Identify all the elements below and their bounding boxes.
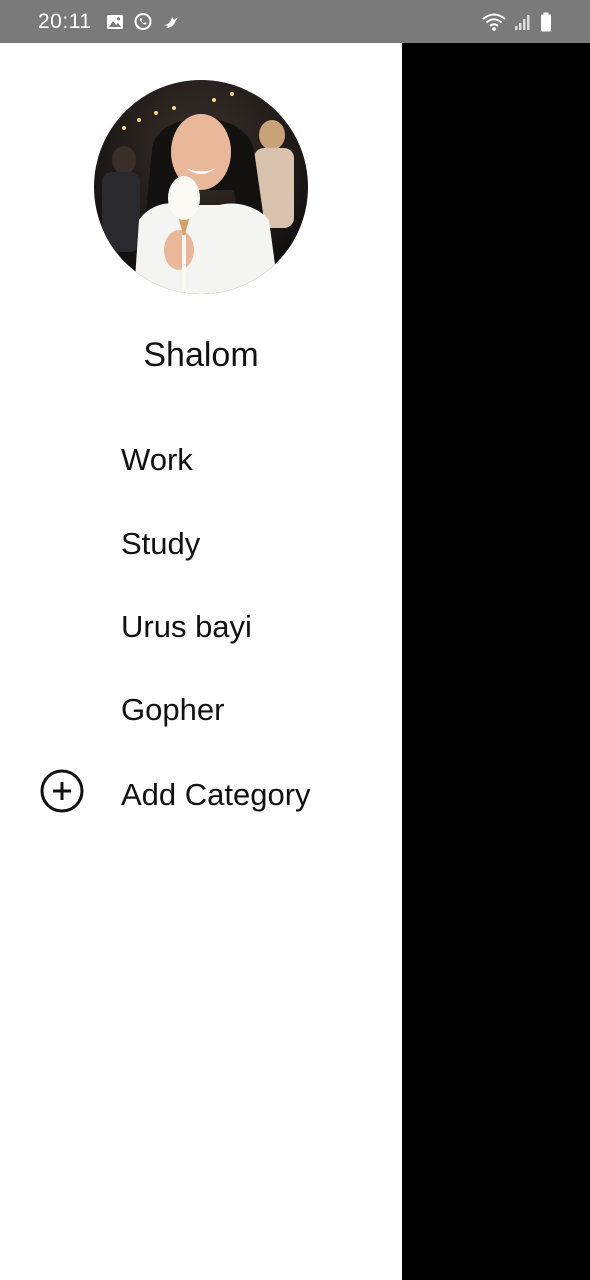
category-item-study[interactable]: Study — [121, 524, 200, 564]
wifi-icon — [482, 12, 506, 32]
avatar[interactable] — [94, 80, 308, 294]
category-item-urus-bayi[interactable]: Urus bayi — [121, 607, 252, 647]
notification-icons — [106, 12, 180, 32]
drawer-scrim[interactable] — [402, 43, 590, 1280]
gallery-icon — [106, 14, 124, 30]
add-category-button[interactable]: Add Category — [38, 769, 378, 817]
category-item-gopher[interactable]: Gopher — [121, 690, 224, 730]
navigation-drawer: Shalom Work Study Urus bayi Gopher Add C… — [0, 43, 402, 1280]
system-icons — [482, 12, 552, 32]
add-circle-icon — [38, 769, 86, 817]
status-time: 20:11 — [38, 9, 92, 33]
category-item-work[interactable]: Work — [121, 440, 193, 480]
profile-name: Shalom — [143, 336, 259, 374]
battery-icon — [540, 12, 552, 32]
bird-icon — [162, 13, 180, 31]
signal-icon — [514, 13, 532, 31]
status-bar: 20:11 — [0, 0, 590, 43]
add-category-label: Add Category — [121, 777, 311, 812]
whatsapp-icon — [133, 12, 153, 32]
